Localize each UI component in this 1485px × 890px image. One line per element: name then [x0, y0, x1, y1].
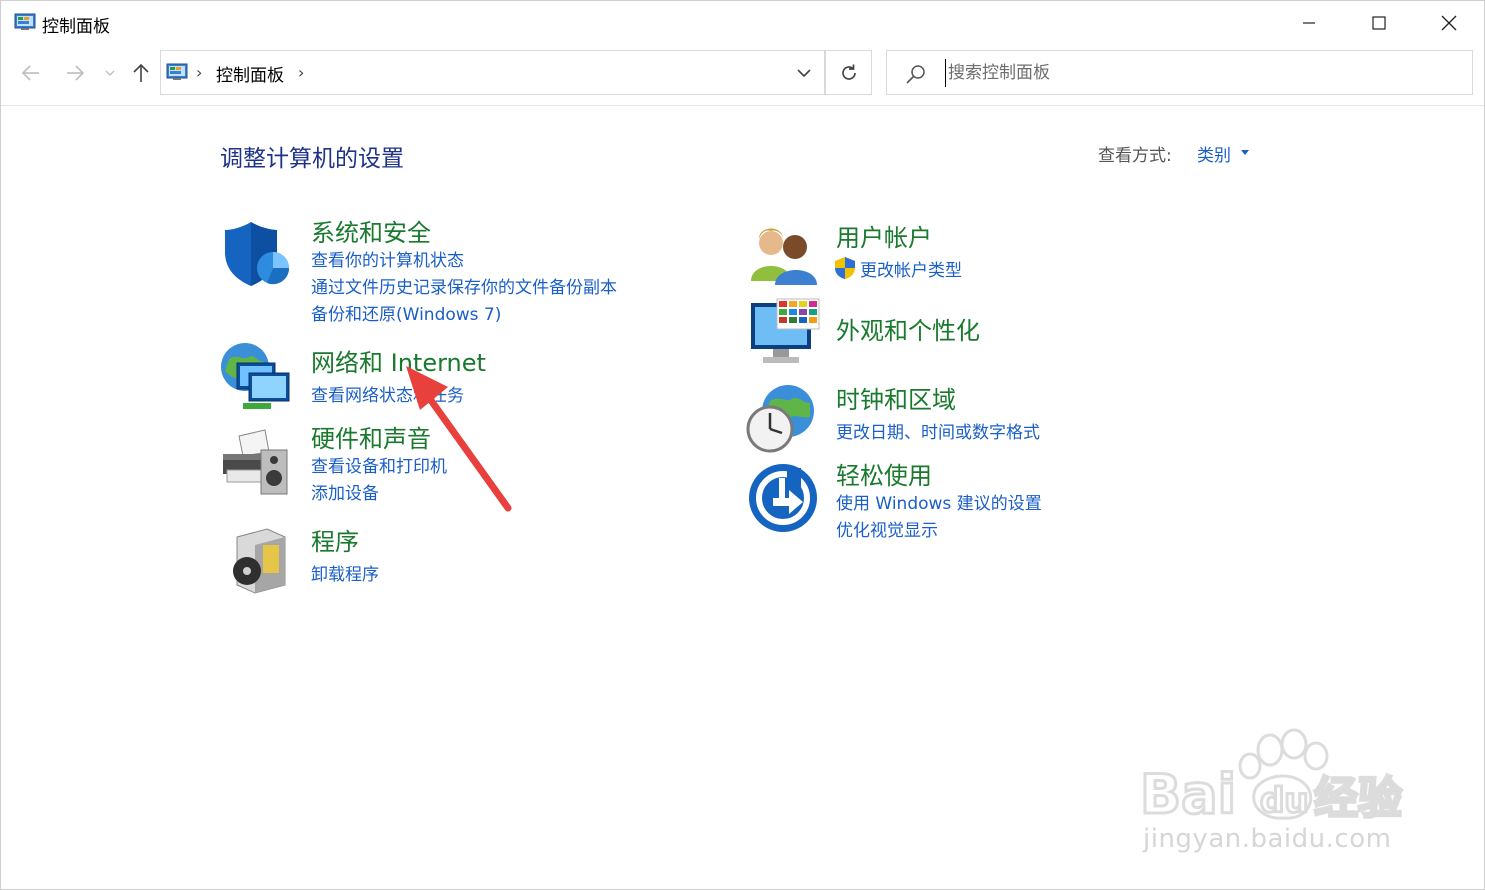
- category-user-accounts[interactable]: 用户帐户: [836, 218, 932, 253]
- breadcrumb-separator-icon[interactable]: ›: [196, 63, 202, 82]
- svg-text:Bai: Bai: [1140, 763, 1236, 826]
- monitor-color-icon[interactable]: [749, 297, 821, 369]
- forward-button[interactable]: [61, 59, 89, 87]
- link-file-history-backup[interactable]: 通过文件历史记录保存你的文件备份副本: [311, 273, 617, 298]
- link-view-computer-status[interactable]: 查看你的计算机状态: [311, 246, 464, 271]
- search-box[interactable]: [886, 50, 1473, 95]
- minimize-icon: [1303, 22, 1315, 24]
- page-title: 调整计算机的设置: [220, 146, 404, 172]
- link-backup-restore[interactable]: 备份和还原(Windows 7): [311, 300, 501, 325]
- link-devices-printers[interactable]: 查看设备和打印机: [311, 452, 447, 477]
- svg-text:du: du: [1260, 781, 1309, 821]
- window-title: 控制面板: [42, 17, 110, 37]
- control-panel-icon: [166, 63, 188, 80]
- link-uninstall-program[interactable]: 卸载程序: [311, 560, 379, 585]
- category-hardware-sound[interactable]: 硬件和声音: [311, 419, 431, 454]
- breadcrumb-control-panel[interactable]: 控制面板: [216, 61, 284, 86]
- arrow-up-icon: [133, 63, 149, 82]
- user-accounts-icon[interactable]: [749, 219, 821, 291]
- link-network-status-tasks[interactable]: 查看网络状态和任务: [311, 381, 464, 406]
- title-bar[interactable]: 控制面板: [1, 1, 1484, 45]
- security-shield-icon[interactable]: [221, 218, 293, 290]
- arrow-left-icon: [21, 65, 39, 81]
- control-panel-icon: [14, 13, 36, 30]
- close-button[interactable]: [1414, 1, 1484, 45]
- printer-speaker-icon[interactable]: [221, 426, 293, 498]
- breadcrumb-separator-icon[interactable]: ›: [298, 63, 304, 82]
- search-input[interactable]: [945, 59, 1448, 87]
- arrow-right-icon: [67, 65, 85, 81]
- recent-locations-button[interactable]: [100, 59, 120, 87]
- refresh-icon: [841, 64, 856, 80]
- chevron-down-icon: [797, 68, 811, 77]
- link-add-device[interactable]: 添加设备: [311, 479, 379, 504]
- category-programs[interactable]: 程序: [311, 522, 359, 557]
- category-network-internet[interactable]: 网络和 Internet: [311, 343, 486, 378]
- minimize-button[interactable]: [1274, 1, 1344, 45]
- refresh-button[interactable]: [825, 50, 872, 95]
- caret-down-icon[interactable]: [1241, 150, 1249, 155]
- close-icon: [1441, 15, 1457, 31]
- chevron-down-icon: [105, 70, 115, 76]
- uac-shield-icon: [835, 257, 855, 279]
- programs-box-icon[interactable]: [223, 523, 295, 595]
- view-by-label: 查看方式:: [1098, 146, 1172, 166]
- navigation-bar: › 控制面板 ›: [1, 45, 1484, 106]
- up-button[interactable]: [127, 59, 155, 87]
- watermark-url: jingyan.baidu.com: [1143, 824, 1392, 854]
- svg-text:经验: 经验: [1314, 773, 1402, 824]
- view-by-dropdown[interactable]: 类别: [1197, 141, 1231, 166]
- network-globe-icon[interactable]: [219, 341, 291, 413]
- link-change-date-time-format[interactable]: 更改日期、时间或数字格式: [836, 418, 1040, 443]
- maximize-icon: [1372, 16, 1386, 30]
- category-clock-region[interactable]: 时钟和区域: [836, 380, 956, 415]
- search-icon: [906, 65, 925, 84]
- link-optimize-visual-display[interactable]: 优化视觉显示: [836, 516, 938, 541]
- category-system-security[interactable]: 系统和安全: [311, 213, 431, 248]
- maximize-button[interactable]: [1344, 1, 1414, 45]
- category-ease-of-access[interactable]: 轻松使用: [836, 456, 932, 491]
- link-change-account-type[interactable]: 更改帐户类型: [860, 256, 962, 281]
- clock-globe-icon[interactable]: [746, 381, 818, 453]
- address-dropdown-button[interactable]: [791, 60, 817, 86]
- address-bar[interactable]: › 控制面板 ›: [160, 50, 825, 95]
- back-button[interactable]: [17, 59, 45, 87]
- ease-of-access-icon[interactable]: [747, 462, 819, 534]
- category-appearance-personalization[interactable]: 外观和个性化: [836, 311, 980, 346]
- link-windows-suggested-settings[interactable]: 使用 Windows 建议的设置: [836, 489, 1042, 514]
